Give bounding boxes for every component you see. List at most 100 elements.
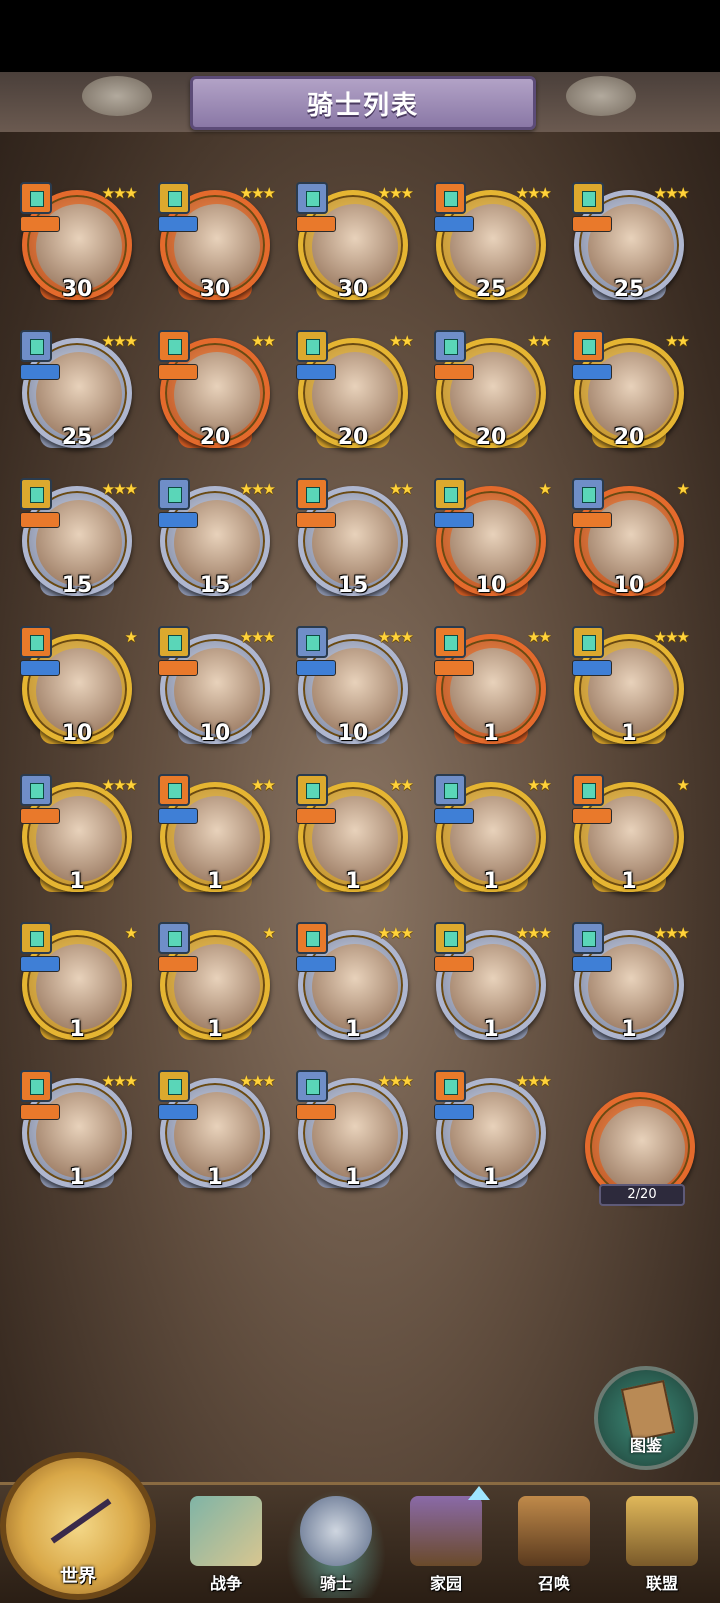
chest-icon [626, 1496, 698, 1566]
star-rating: ★★ [527, 628, 552, 646]
class-icon [20, 956, 60, 972]
knight-level: 1 [345, 1165, 361, 1190]
knight-level: 25 [61, 425, 93, 450]
nav-home-label: 家园 [429, 1574, 462, 1593]
star-rating: ★★★ [377, 924, 414, 942]
star-rating: ★★★ [515, 184, 552, 202]
knight-card[interactable]: ★ 10 [434, 478, 552, 608]
knight-card[interactable]: ★★ 20 [572, 330, 690, 460]
class-icon [20, 216, 60, 232]
formation-icon [296, 1070, 328, 1102]
knight-card[interactable]: ★★★ 1 [572, 626, 690, 756]
knight-card[interactable]: ★ 10 [20, 626, 138, 756]
upgrade-arrow-icon [468, 1486, 490, 1500]
formation-icon [20, 330, 52, 362]
knight-card[interactable]: ★ 1 [158, 922, 276, 1052]
knight-card[interactable]: ★★★ 10 [296, 626, 414, 756]
nav-alliance-tab[interactable]: 联盟 [612, 1490, 712, 1598]
star-rating: ★★★ [515, 924, 552, 942]
knight-card[interactable]: ★★★ 30 [296, 182, 414, 312]
nav-knight-label: 骑士 [319, 1574, 352, 1593]
star-rating: ★ [124, 924, 139, 942]
page-title-plate: 骑士列表 [190, 76, 536, 130]
knight-card[interactable]: ★★★ 25 [572, 182, 690, 312]
nav-war-tab[interactable]: 战争 [176, 1490, 276, 1598]
star-rating: ★★★ [101, 184, 138, 202]
nav-knight-tab[interactable]: 骑士 [286, 1490, 386, 1598]
knight-card[interactable]: ★★★ 25 [434, 182, 552, 312]
knight-card[interactable]: ★ 1 [20, 922, 138, 1052]
formation-icon [572, 922, 604, 954]
knight-card[interactable]: ★★★ 15 [158, 478, 276, 608]
star-rating: ★★★ [101, 480, 138, 498]
knight-level: 25 [475, 277, 507, 302]
class-icon [20, 1104, 60, 1120]
knight-card[interactable]: ★★★ 30 [158, 182, 276, 312]
knight-level: 1 [621, 721, 637, 746]
knight-level: 1 [207, 1165, 223, 1190]
class-icon [296, 808, 336, 824]
formation-icon [434, 478, 466, 510]
knight-card[interactable]: ★★ 1 [434, 626, 552, 756]
knight-level: 1 [207, 869, 223, 894]
class-icon [434, 956, 474, 972]
knight-card[interactable]: ★★★ 1 [20, 1070, 138, 1200]
formation-icon [572, 626, 604, 658]
knight-card[interactable]: ★★★ 1 [20, 774, 138, 904]
formation-icon [20, 774, 52, 806]
codex-button[interactable]: 图鉴 [594, 1366, 698, 1470]
knight-card[interactable]: ★★★ 25 [20, 330, 138, 460]
knight-card[interactable]: ★ 1 [572, 774, 690, 904]
knight-card[interactable]: ★★★ 1 [296, 922, 414, 1052]
formation-icon [20, 478, 52, 510]
class-icon [434, 808, 474, 824]
knight-card[interactable]: ★★★ 30 [20, 182, 138, 312]
knight-card[interactable]: ★★★ 1 [572, 922, 690, 1052]
formation-icon [572, 182, 604, 214]
class-icon [572, 808, 612, 824]
knight-card[interactable]: ★★★ 15 [20, 478, 138, 608]
nav-world-button[interactable]: 世界 [0, 1452, 156, 1600]
knight-card-locked[interactable]: 2/20 [583, 1084, 701, 1214]
knight-card[interactable]: ★★★ 1 [434, 922, 552, 1052]
knight-card[interactable]: ★★★ 1 [434, 1070, 552, 1200]
formation-icon [296, 182, 328, 214]
class-icon [434, 1104, 474, 1120]
star-rating: ★★★ [377, 1072, 414, 1090]
knight-card[interactable]: ★★ 1 [434, 774, 552, 904]
formation-icon [434, 774, 466, 806]
knight-card[interactable]: ★★ 1 [296, 774, 414, 904]
fragment-counter: 2/20 [599, 1184, 685, 1206]
formation-icon [434, 330, 466, 362]
formation-icon [158, 774, 190, 806]
nav-summon-tab[interactable]: 召唤 [504, 1490, 604, 1598]
class-icon [296, 660, 336, 676]
class-icon [158, 216, 198, 232]
class-icon [434, 512, 474, 528]
knight-card[interactable]: ★★ 1 [158, 774, 276, 904]
knight-level: 10 [475, 573, 507, 598]
house-icon [410, 1496, 482, 1566]
knight-level: 1 [483, 721, 499, 746]
knight-card[interactable]: ★★ 20 [158, 330, 276, 460]
formation-icon [572, 774, 604, 806]
star-rating: ★ [262, 924, 277, 942]
class-icon [572, 660, 612, 676]
knight-card[interactable]: ★ 10 [572, 478, 690, 608]
knight-card[interactable]: ★★ 20 [296, 330, 414, 460]
knight-level: 20 [199, 425, 231, 450]
class-icon [296, 216, 336, 232]
star-rating: ★★ [251, 332, 276, 350]
nav-summon-label: 召唤 [537, 1574, 570, 1593]
nav-home-tab[interactable]: 家园 [396, 1490, 496, 1598]
knight-card[interactable]: ★★★ 1 [296, 1070, 414, 1200]
class-icon [158, 364, 198, 380]
knight-card[interactable]: ★★ 20 [434, 330, 552, 460]
class-icon [572, 216, 612, 232]
formation-icon [296, 774, 328, 806]
knight-card[interactable]: ★★ 15 [296, 478, 414, 608]
knight-card[interactable]: ★★★ 10 [158, 626, 276, 756]
star-rating: ★★ [389, 776, 414, 794]
formation-icon [158, 182, 190, 214]
knight-card[interactable]: ★★★ 1 [158, 1070, 276, 1200]
